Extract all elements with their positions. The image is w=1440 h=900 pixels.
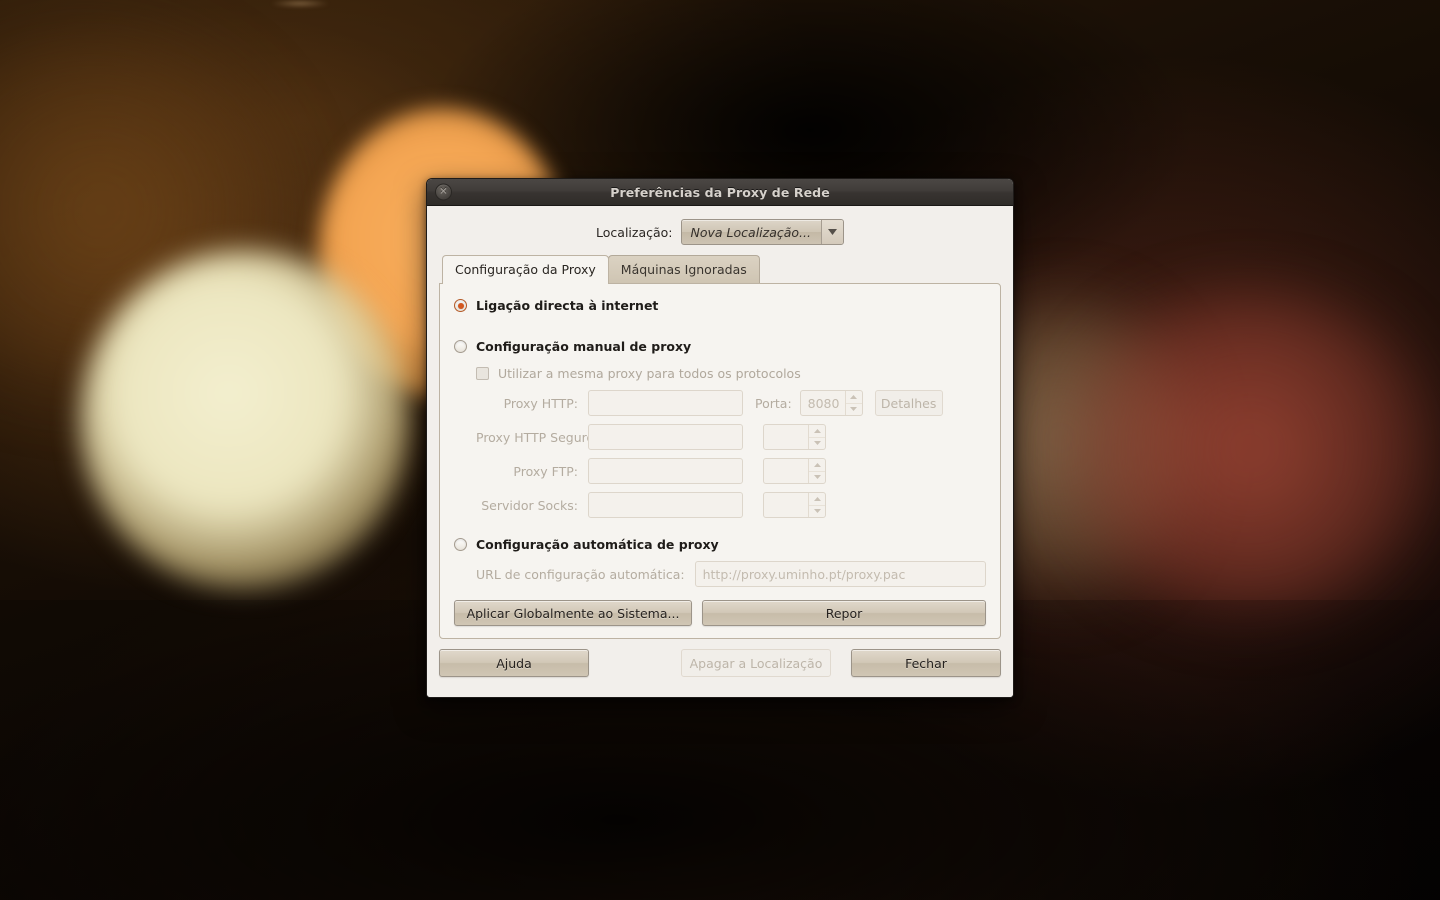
radio-dot-icon	[457, 302, 464, 309]
window-titlebar[interactable]: ✕ Preferências da Proxy de Rede	[427, 179, 1013, 206]
spinner-up-icon	[809, 493, 825, 505]
tab-panel-proxy-configuration: Ligação directa à internet Configuração …	[439, 283, 1001, 639]
field-row-ftp-proxy: Proxy FTP:	[476, 457, 986, 485]
location-label: Localização:	[596, 224, 673, 240]
spinner-up-icon	[846, 391, 862, 403]
window-title: Preferências da Proxy de Rede	[610, 184, 830, 200]
radio-row-manual-proxy[interactable]: Configuração manual de proxy	[454, 339, 986, 354]
spinner-buttons	[808, 493, 825, 517]
input-http-proxy	[588, 390, 743, 416]
field-row-auto-config-url: URL de configuração automática: http://p…	[476, 560, 986, 588]
input-ftp-proxy	[588, 458, 743, 484]
input-https-proxy	[588, 424, 743, 450]
close-button[interactable]: Fechar	[851, 649, 1001, 677]
window-body: Localização: Nova Localização... Configu…	[427, 206, 1013, 697]
close-icon[interactable]: ✕	[435, 183, 452, 201]
spinner-down-icon	[809, 436, 825, 450]
window-footer: Ajuda Apagar a Localização Fechar	[427, 639, 1013, 689]
tab-proxy-configuration[interactable]: Configuração da Proxy	[442, 255, 609, 284]
apply-system-wide-button[interactable]: Aplicar Globalmente ao Sistema...	[454, 600, 692, 626]
tab-ignored-hosts[interactable]: Máquinas Ignoradas	[607, 255, 760, 283]
label-http-proxy: Proxy HTTP:	[503, 395, 578, 411]
label-socks-host: Servidor Socks:	[481, 497, 578, 513]
network-proxy-preferences-window: ✕ Preferências da Proxy de Rede Localiza…	[426, 178, 1014, 698]
checkbox-label-same-proxy: Utilizar a mesma proxy para todos os pro…	[498, 366, 801, 381]
reset-button[interactable]: Repor	[702, 600, 986, 626]
spinner-socks-port	[763, 492, 826, 518]
spinner-value-socks-port	[764, 493, 808, 517]
spinner-http-port: 8080	[799, 390, 863, 416]
radio-label-auto-proxy: Configuração automática de proxy	[476, 537, 719, 552]
spinner-buttons	[808, 459, 825, 483]
label-port: Porta:	[755, 395, 792, 411]
label-auto-config-url: URL de configuração automática:	[476, 566, 685, 582]
input-socks-host	[588, 492, 743, 518]
spinner-down-icon	[809, 470, 825, 484]
field-row-https-proxy: Proxy HTTP Seguro:	[476, 423, 986, 451]
spinner-value-ftp-port	[764, 459, 808, 483]
input-auto-config-url: http://proxy.uminho.pt/proxy.pac	[694, 561, 986, 587]
radio-manual-proxy[interactable]	[454, 340, 467, 353]
field-row-socks-host: Servidor Socks:	[476, 491, 986, 519]
delete-location-button: Apagar a Localização	[681, 649, 831, 677]
details-button: Detalhes	[874, 390, 943, 416]
spinner-buttons	[808, 425, 825, 449]
auto-config-block: URL de configuração automática: http://p…	[454, 560, 986, 588]
bokeh-light-white	[80, 250, 410, 590]
desktop-background: ✕ Preferências da Proxy de Rede Localiza…	[0, 0, 1440, 900]
spinner-up-icon	[809, 459, 825, 471]
radio-direct-connection[interactable]	[454, 299, 467, 312]
location-combobox[interactable]: Nova Localização...	[680, 219, 844, 245]
radio-auto-proxy[interactable]	[454, 538, 467, 551]
tabs-container: Configuração da Proxy Máquinas Ignoradas…	[427, 255, 1013, 639]
spinner-value-https-port	[764, 425, 808, 449]
spinner-up-icon	[809, 425, 825, 437]
close-glyph: ✕	[439, 186, 448, 197]
spinner-buttons	[844, 391, 862, 416]
wallpaper-light-streak	[272, 0, 328, 7]
spinner-ftp-port	[763, 458, 826, 484]
label-ftp-proxy: Proxy FTP:	[513, 463, 578, 479]
location-row: Localização: Nova Localização...	[427, 206, 1013, 255]
bokeh-light-red	[1060, 290, 1440, 620]
radio-label-manual-proxy: Configuração manual de proxy	[476, 339, 692, 354]
spinner-value-http-port: 8080	[807, 395, 840, 411]
radio-row-direct-connection[interactable]: Ligação directa à internet	[454, 298, 986, 313]
spinner-https-port	[763, 424, 826, 450]
chevron-down-icon[interactable]	[820, 220, 843, 244]
spinner-down-icon	[845, 402, 862, 416]
field-row-http-proxy: Proxy HTTP: Porta: 8080 Detalhes	[476, 389, 986, 417]
location-selected-value: Nova Localização...	[690, 224, 811, 240]
action-buttons-row: Aplicar Globalmente ao Sistema... Repor	[454, 600, 986, 626]
manual-proxy-fields: Utilizar a mesma proxy para todos os pro…	[454, 366, 986, 519]
label-https-proxy: Proxy HTTP Seguro:	[476, 429, 599, 445]
tabstrip: Configuração da Proxy Máquinas Ignoradas	[439, 255, 1001, 284]
spinner-down-icon	[809, 504, 825, 518]
radio-row-auto-proxy[interactable]: Configuração automática de proxy	[454, 537, 986, 552]
checkbox-same-proxy-all-protocols	[476, 367, 489, 380]
help-button[interactable]: Ajuda	[439, 649, 589, 677]
checkbox-row-same-proxy: Utilizar a mesma proxy para todos os pro…	[476, 366, 986, 381]
radio-label-direct-connection: Ligação directa à internet	[476, 298, 659, 313]
